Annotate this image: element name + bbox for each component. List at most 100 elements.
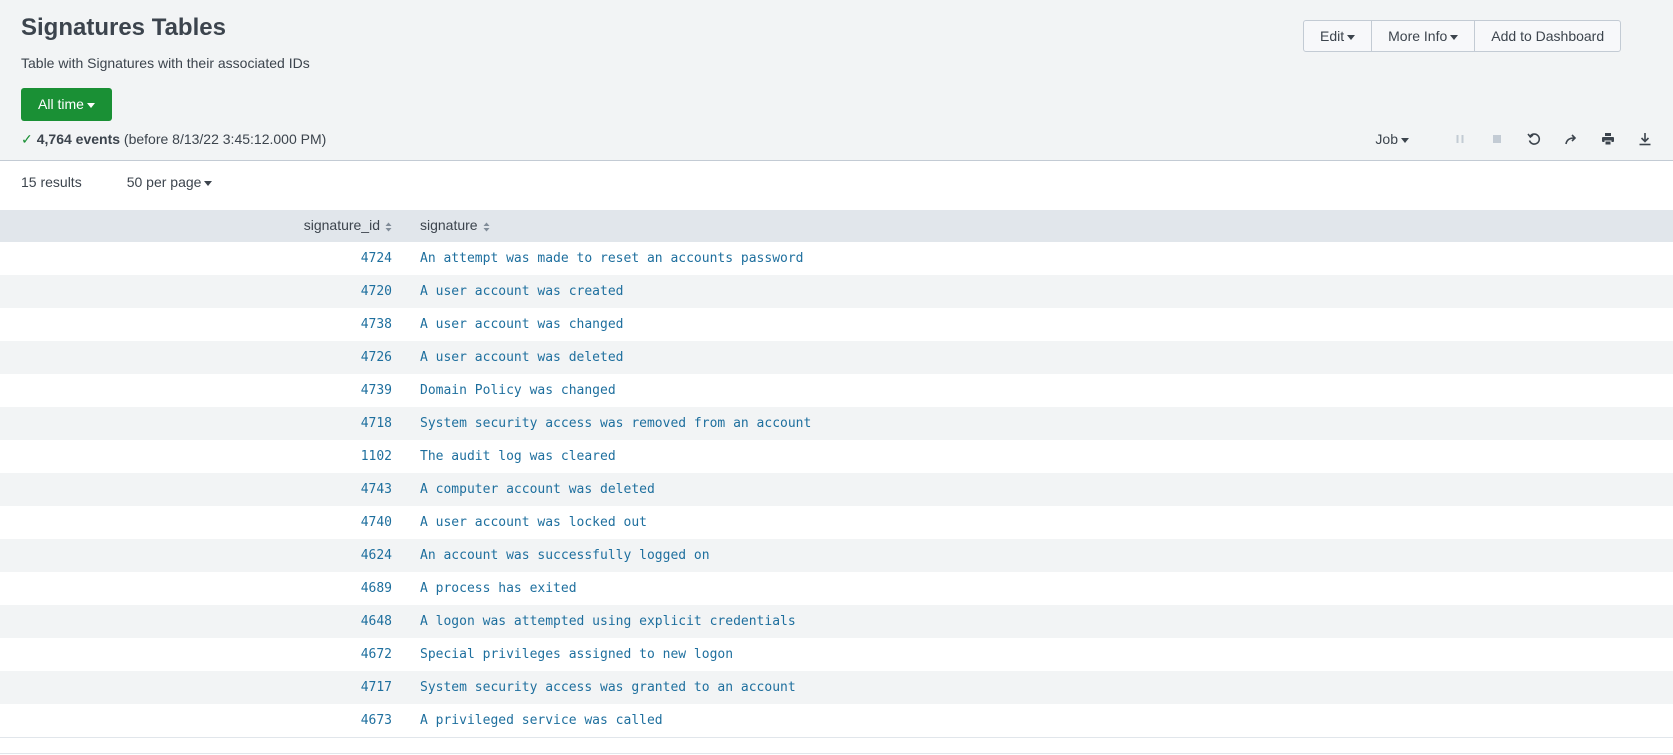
signature-value[interactable]: Special privileges assigned to new logon: [420, 647, 733, 662]
signature-cell: A user account was deleted: [392, 341, 1673, 374]
signature-value[interactable]: A privileged service was called: [420, 713, 663, 728]
signature-value[interactable]: A computer account was deleted: [420, 482, 655, 497]
signature-value[interactable]: An account was successfully logged on: [420, 548, 710, 563]
search-time-detail: (before 8/13/22 3:45:12.000 PM): [123, 131, 327, 147]
time-range-picker[interactable]: All time: [21, 88, 112, 121]
signature-value[interactable]: A user account was deleted: [420, 350, 624, 365]
table-header-row: signature_id signature: [0, 210, 1673, 242]
caret-down-icon: [86, 102, 95, 108]
signature-cell: System security access was granted to an…: [392, 671, 1673, 704]
column-header-signature[interactable]: signature: [392, 210, 1673, 242]
signature-cell: A process has exited: [392, 572, 1673, 605]
signature-value[interactable]: The audit log was cleared: [420, 449, 616, 464]
refresh-icon[interactable]: [1526, 131, 1542, 147]
signature-cell: A user account was locked out: [392, 506, 1673, 539]
signature-id-value[interactable]: 4624: [361, 548, 392, 563]
table-row: 4689 A process has exited: [0, 572, 1673, 605]
signature-value[interactable]: A process has exited: [420, 581, 577, 596]
edit-button[interactable]: Edit: [1304, 21, 1373, 51]
job-label: Job: [1375, 131, 1398, 147]
signature-value[interactable]: System security access was granted to an…: [420, 680, 796, 695]
table-row: 4717 System security access was granted t…: [0, 671, 1673, 704]
table-row: 4726 A user account was deleted: [0, 341, 1673, 374]
check-icon: ✓: [21, 131, 33, 147]
signature-cell: Special privileges assigned to new logon: [392, 638, 1673, 671]
caret-down-icon: [1347, 34, 1356, 40]
signature-id-cell: 1102: [0, 440, 392, 473]
job-menu-button[interactable]: Job: [1375, 131, 1409, 147]
caret-down-icon: [204, 180, 213, 186]
signature-id-value[interactable]: 1102: [361, 449, 392, 464]
column-label: signature: [420, 217, 478, 234]
signature-id-cell: 4672: [0, 638, 392, 671]
signature-id-value[interactable]: 4743: [361, 482, 392, 497]
signature-value[interactable]: Domain Policy was changed: [420, 383, 616, 398]
signature-id-value[interactable]: 4724: [361, 251, 392, 266]
signature-id-cell: 4648: [0, 605, 392, 638]
signature-cell: An account was successfully logged on: [392, 539, 1673, 572]
signature-id-cell: 4724: [0, 242, 392, 275]
signature-value[interactable]: An attempt was made to reset an accounts…: [420, 251, 804, 266]
page-title: Signatures Tables: [21, 14, 226, 41]
share-icon[interactable]: [1563, 131, 1579, 147]
signature-id-cell: 4726: [0, 341, 392, 374]
page-subtitle: Table with Signatures with their associa…: [21, 55, 310, 71]
signature-id-value[interactable]: 4717: [361, 680, 392, 695]
table-row: 4624 An account was successfully logged o…: [0, 539, 1673, 572]
table-row: 4673 A privileged service was called: [0, 704, 1673, 737]
stop-icon[interactable]: [1489, 131, 1505, 147]
results-table: signature_id signature 4724 An attempt wa…: [0, 210, 1673, 738]
signature-cell: A computer account was deleted: [392, 473, 1673, 506]
table-row: 4738 A user account was changed: [0, 308, 1673, 341]
signature-id-cell: 4738: [0, 308, 392, 341]
table-row: 4743 A computer account was deleted: [0, 473, 1673, 506]
sort-icon: [385, 219, 392, 235]
signature-value[interactable]: A user account was created: [420, 284, 624, 299]
table-row: 4724 An attempt was made to reset an acco…: [0, 242, 1673, 275]
signature-value[interactable]: System security access was removed from …: [420, 416, 811, 431]
signature-id-cell: 4743: [0, 473, 392, 506]
signature-id-value[interactable]: 4740: [361, 515, 392, 530]
add-to-dashboard-button[interactable]: Add to Dashboard: [1475, 21, 1620, 51]
dashboard-header: Signatures Tables Table with Signatures …: [0, 0, 1673, 161]
column-label: signature_id: [303, 217, 380, 234]
signature-cell: A logon was attempted using explicit cre…: [392, 605, 1673, 638]
signature-value[interactable]: A user account was changed: [420, 317, 624, 332]
table-row: 4672 Special privileges assigned to new l…: [0, 638, 1673, 671]
signature-cell: System security access was removed from …: [392, 407, 1673, 440]
search-status: ✓ 4,764 events (before 8/13/22 3:45:12.00…: [21, 131, 326, 148]
signature-cell: A privileged service was called: [392, 704, 1673, 737]
pause-icon[interactable]: [1452, 131, 1468, 147]
table-row: 1102 The audit log was cleared: [0, 440, 1673, 473]
signature-id-value[interactable]: 4689: [361, 581, 392, 596]
signature-cell: A user account was created: [392, 275, 1673, 308]
export-icon[interactable]: [1637, 131, 1653, 147]
per-page-dropdown[interactable]: 50 per page: [127, 174, 213, 190]
print-icon[interactable]: [1600, 131, 1616, 147]
signature-id-value[interactable]: 4673: [361, 713, 392, 728]
column-header-signature-id[interactable]: signature_id: [0, 210, 392, 242]
table-row: 4739 Domain Policy was changed: [0, 374, 1673, 407]
signature-id-cell: 4624: [0, 539, 392, 572]
signature-id-value[interactable]: 4739: [361, 383, 392, 398]
signature-cell: Domain Policy was changed: [392, 374, 1673, 407]
signature-id-cell: 4717: [0, 671, 392, 704]
signature-id-value[interactable]: 4738: [361, 317, 392, 332]
signature-id-value[interactable]: 4720: [361, 284, 392, 299]
signature-id-value[interactable]: 4726: [361, 350, 392, 365]
signature-value[interactable]: A logon was attempted using explicit cre…: [420, 614, 796, 629]
signature-id-value[interactable]: 4672: [361, 647, 392, 662]
table-row: 4718 System security access was removed f…: [0, 407, 1673, 440]
more-info-button[interactable]: More Info: [1372, 21, 1476, 51]
table-row: 4720 A user account was created: [0, 275, 1673, 308]
results-bar: 15 results 50 per page: [21, 174, 213, 190]
signature-value[interactable]: A user account was locked out: [420, 515, 647, 530]
event-count: 4,764 events: [36, 131, 121, 147]
signature-id-cell: 4740: [0, 506, 392, 539]
sort-icon: [483, 219, 490, 235]
signature-id-value[interactable]: 4648: [361, 614, 392, 629]
signature-id-value[interactable]: 4718: [361, 416, 392, 431]
signature-id-cell: 4718: [0, 407, 392, 440]
add-to-dashboard-label: Add to Dashboard: [1491, 28, 1605, 44]
result-count: 15 results: [21, 174, 82, 190]
